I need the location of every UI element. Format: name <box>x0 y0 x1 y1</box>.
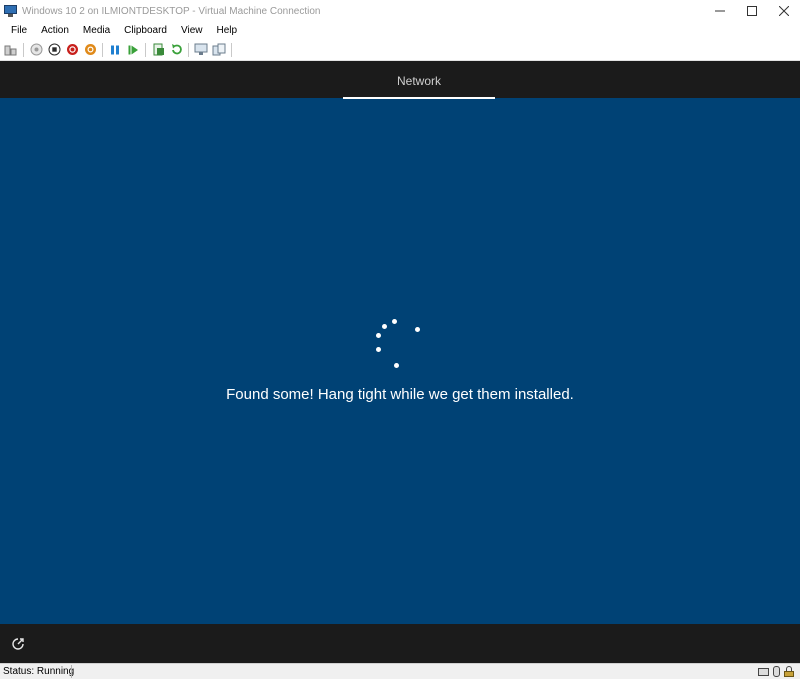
vm-connection-icon <box>4 4 18 18</box>
spinner-dot <box>392 319 397 324</box>
share-button[interactable] <box>210 41 228 59</box>
minimize-icon <box>715 10 725 12</box>
toolbar-separator <box>102 42 103 57</box>
share-icon <box>212 43 226 56</box>
turn-off-icon <box>48 43 60 56</box>
lock-icon <box>784 666 794 677</box>
resume-icon <box>128 45 138 54</box>
spinner-dot <box>394 363 399 368</box>
toolbar-separator <box>23 42 24 57</box>
mouse-icon <box>773 666 780 677</box>
menu-action[interactable]: Action <box>34 22 76 39</box>
close-icon <box>779 6 789 16</box>
menu-clipboard[interactable]: Clipboard <box>117 22 174 39</box>
spinner-dot <box>376 347 381 352</box>
setup-status-message: Found some! Hang tight while we get them… <box>226 386 574 403</box>
save-button[interactable] <box>81 41 99 59</box>
checkpoint-button[interactable] <box>149 41 167 59</box>
maximize-button[interactable] <box>736 0 768 22</box>
ease-of-access-icon <box>12 638 24 650</box>
pause-icon <box>111 45 119 54</box>
keyboard-icon <box>758 667 769 676</box>
oobe-footer <box>0 624 800 663</box>
toolbar-separator <box>145 42 146 57</box>
menu-view[interactable]: View <box>174 22 210 39</box>
start-icon <box>30 43 42 56</box>
revert-button[interactable] <box>167 41 185 59</box>
ctrl-alt-del-button[interactable] <box>2 41 20 59</box>
maximize-icon <box>747 6 757 16</box>
shut-down-button[interactable] <box>63 41 81 59</box>
minimize-button[interactable] <box>704 0 736 22</box>
vm-display[interactable]: Network Found some! Hang tight while we … <box>0 61 800 663</box>
resume-button[interactable] <box>124 41 142 59</box>
save-icon <box>84 44 96 55</box>
status-separator <box>71 665 72 678</box>
menu-media[interactable]: Media <box>76 22 117 39</box>
enhanced-session-button[interactable] <box>192 41 210 59</box>
window-titlebar[interactable]: Windows 10 2 on ILMIONTDESKTOP - Virtual… <box>0 0 800 22</box>
enhanced-session-icon <box>194 43 208 55</box>
spinner-dot <box>382 324 387 329</box>
toolbar-separator <box>231 42 232 57</box>
loading-spinner <box>0 61 800 663</box>
ease-of-access-button[interactable] <box>10 636 26 652</box>
checkpoint-icon <box>153 43 164 56</box>
spinner-dot <box>376 333 381 338</box>
close-button[interactable] <box>768 0 800 22</box>
menu-bar: File Action Media Clipboard View Help <box>0 22 800 39</box>
toolbar-separator <box>188 42 189 57</box>
ctrl-alt-del-icon <box>4 45 17 55</box>
start-button[interactable] <box>27 41 45 59</box>
spinner-dot <box>415 327 420 332</box>
toolbar <box>0 39 800 61</box>
revert-icon <box>171 44 182 55</box>
window-title: Windows 10 2 on ILMIONTDESKTOP - Virtual… <box>22 5 321 17</box>
menu-file[interactable]: File <box>0 22 34 39</box>
menu-help[interactable]: Help <box>209 22 244 39</box>
turn-off-button[interactable] <box>45 41 63 59</box>
status-bar: Status: Running <box>0 663 800 679</box>
vm-status: Status: Running <box>3 666 75 677</box>
shut-down-icon <box>66 44 78 55</box>
pause-button[interactable] <box>106 41 124 59</box>
